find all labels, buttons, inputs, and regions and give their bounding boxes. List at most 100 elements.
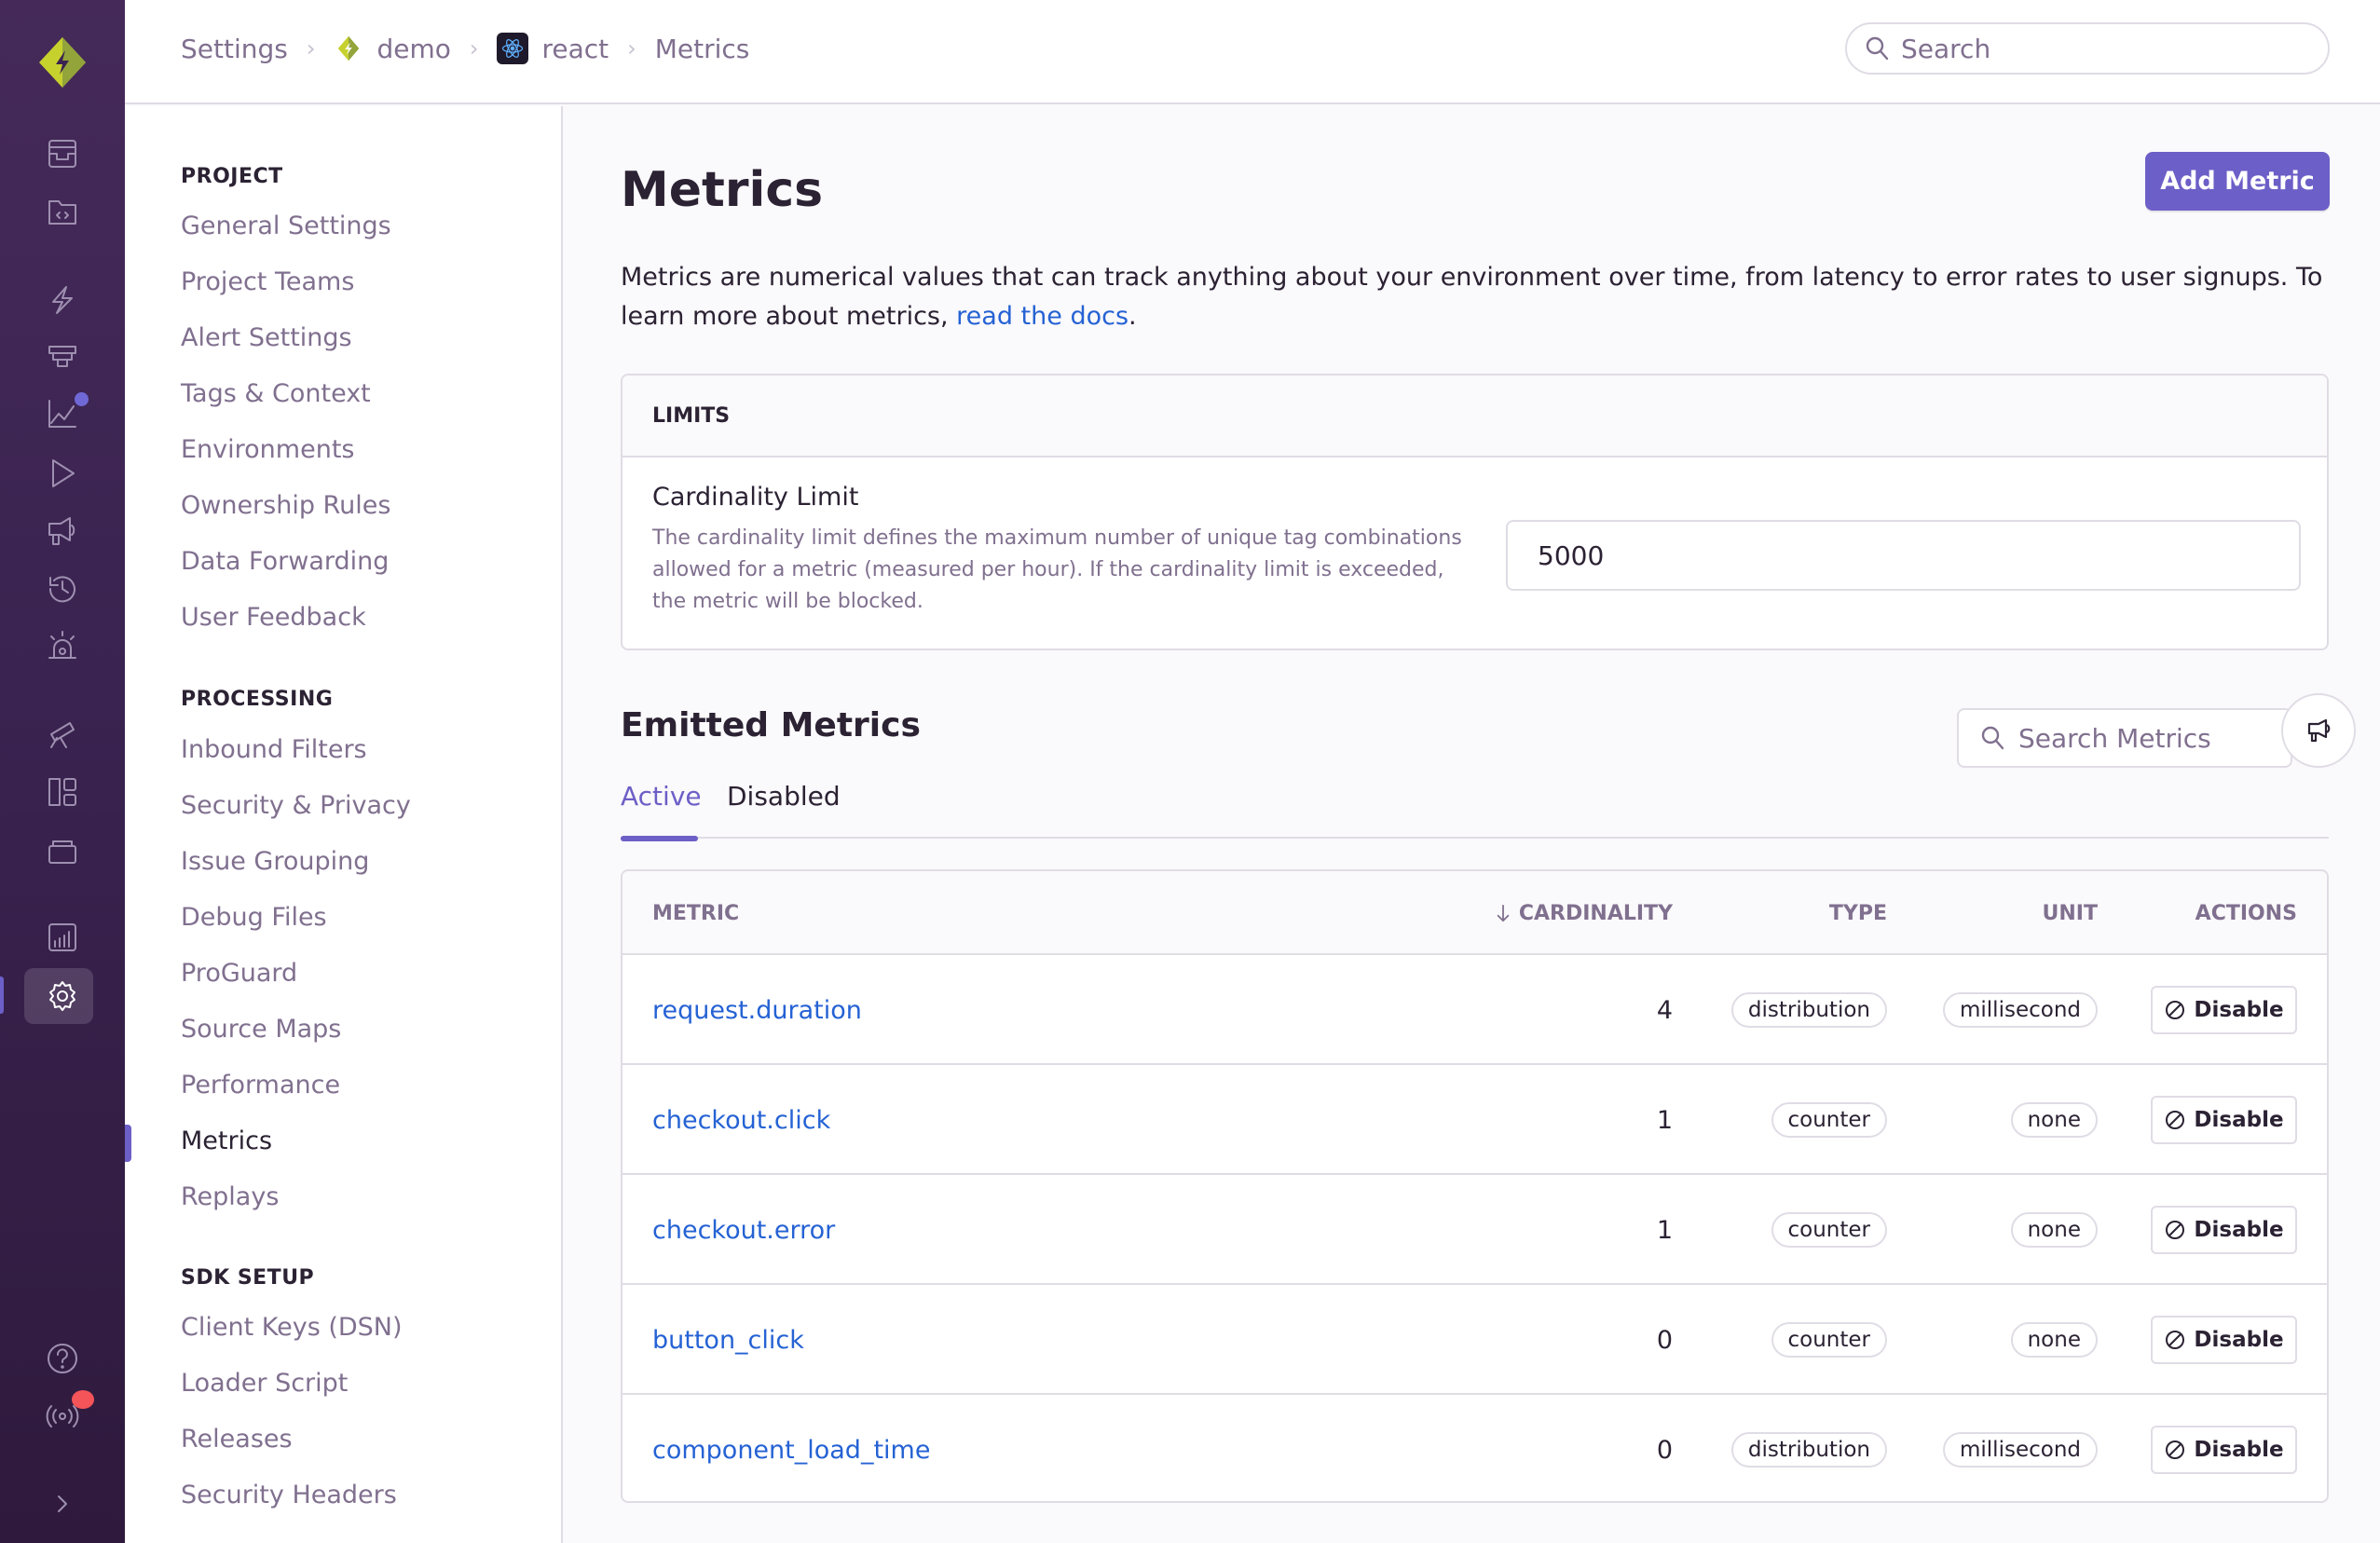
tab-active-label: Active [621,781,702,812]
disable-button[interactable]: Disable [2151,1426,2297,1474]
block-icon [2166,1111,2185,1129]
user-feedback-icon[interactable] [40,509,85,553]
nav-item-issue-grouping[interactable]: Issue Grouping [181,847,369,876]
nav-item-security-privacy[interactable]: Security & Privacy [181,791,411,820]
global-search[interactable]: Search [1845,22,2330,75]
collapse-sidebar-icon[interactable] [40,1482,85,1526]
breadcrumb-demo[interactable]: demo [376,34,450,64]
search-metrics-input[interactable]: Search Metrics [1957,708,2292,768]
main-content: Metrics Add Metric Metrics are numerical… [563,106,2380,1543]
settings-icon[interactable] [40,974,85,1018]
nav-item-performance[interactable]: Performance [181,1071,340,1099]
column-cardinality[interactable]: CARDINALITY [1495,871,1673,955]
nav-item-debug-files[interactable]: Debug Files [181,903,327,932]
nav-item-data-forwarding[interactable]: Data Forwarding [181,547,389,576]
nav-item-general-settings[interactable]: General Settings [181,212,391,240]
search-icon [1866,36,1889,61]
nav-item-source-maps[interactable]: Source Maps [181,1015,341,1044]
settings-nav: PROJECT General Settings Project Teams A… [125,106,563,1543]
metrics-table: METRIC CARDINALITY TYPE UNIT ACTIONS req… [621,869,2329,1503]
nav-item-releases[interactable]: Releases [181,1425,293,1454]
profiling-icon[interactable] [40,335,85,380]
add-metric-button[interactable]: Add Metric [2145,152,2330,211]
nav-item-project-teams[interactable]: Project Teams [181,267,354,296]
table-row: checkout.click 1 counter none Disable [622,1065,2327,1175]
cardinality-limit-input[interactable] [1506,520,2301,591]
breadcrumb: Settings › demo › react › Metrics [181,28,749,69]
description-end: . [1128,302,1137,331]
table-row: request.duration 4 distribution millisec… [622,955,2327,1065]
nav-active-indicator [125,1125,131,1162]
metric-name-link[interactable]: request.duration [652,996,862,1025]
nav-item-loader-script[interactable]: Loader Script [181,1369,348,1398]
column-unit[interactable]: UNIT [2043,871,2098,955]
disable-button[interactable]: Disable [2151,1096,2297,1144]
new-badge-dot [75,392,89,406]
tab-disabled[interactable]: Disabled [727,781,841,839]
sentry-project-icon [334,34,363,63]
feedback-button[interactable] [2281,693,2356,768]
read-the-docs-link[interactable]: read the docs [956,302,1128,331]
table-row: button_click 0 counter none Disable [622,1285,2327,1395]
nav-item-alert-settings[interactable]: Alert Settings [181,323,352,352]
disable-button[interactable]: Disable [2151,1206,2297,1254]
discover-icon[interactable] [40,712,85,757]
disable-label: Disable [2194,1218,2284,1242]
nav-item-metrics[interactable]: Metrics [181,1127,272,1155]
breadcrumb-settings[interactable]: Settings [181,34,288,64]
metric-name-link[interactable]: checkout.click [652,1106,830,1135]
replays-icon[interactable] [40,451,85,496]
nav-item-inbound-filters[interactable]: Inbound Filters [181,735,367,764]
tab-active[interactable]: Active [621,781,702,841]
performance-icon[interactable] [40,278,85,322]
page-description: Metrics are numerical values that can tr… [621,258,2335,336]
chevron-right-icon: › [627,35,636,61]
nav-item-proguard[interactable]: ProGuard [181,959,297,988]
cardinality-value: 4 [1656,995,1673,1025]
breadcrumb-metrics: Metrics [654,33,750,64]
column-metric[interactable]: METRIC [652,871,739,955]
metric-name-link[interactable]: checkout.error [652,1216,835,1245]
cardinality-value: 0 [1656,1435,1673,1465]
disable-label: Disable [2194,1108,2284,1132]
description-text: Metrics are numerical values that can tr… [621,263,2323,331]
nav-item-replays[interactable]: Replays [181,1182,279,1211]
crons-icon[interactable] [40,567,85,611]
top-header: Settings › demo › react › Metrics Search [125,0,2380,104]
disable-button[interactable]: Disable [2151,986,2297,1034]
megaphone-icon [2307,718,2331,743]
stats-icon[interactable] [40,915,85,960]
nav-item-security-headers[interactable]: Security Headers [181,1481,397,1509]
metric-name-link[interactable]: button_click [652,1326,804,1355]
sentry-logo-icon[interactable] [34,34,91,91]
help-icon[interactable] [40,1336,85,1381]
chevron-right-icon: › [469,35,479,61]
type-tag: counter [1771,1102,1887,1138]
search-placeholder: Search [1901,33,1991,64]
nav-item-client-keys[interactable]: Client Keys (DSN) [181,1313,403,1342]
type-tag: distribution [1730,1432,1887,1468]
alerts-icon[interactable] [40,624,85,669]
chevron-right-icon: › [306,35,316,61]
tab-disabled-label: Disabled [727,781,841,812]
type-tag: distribution [1730,992,1887,1028]
disable-button[interactable]: Disable [2151,1316,2297,1364]
column-type[interactable]: TYPE [1829,871,1887,955]
metric-name-link[interactable]: component_load_time [652,1436,930,1465]
table-row: component_load_time 0 distribution milli… [622,1395,2327,1501]
issues-icon[interactable] [40,131,85,176]
active-indicator [0,976,4,1014]
projects-icon[interactable] [40,190,85,235]
releases-icon[interactable] [40,827,85,872]
cardinality-limit-help: The cardinality limit defines the maximu… [652,526,1462,613]
nav-item-ownership-rules[interactable]: Ownership Rules [181,491,390,520]
column-actions: ACTIONS [2195,901,2297,925]
breadcrumb-react[interactable]: react [541,34,609,64]
disable-label: Disable [2194,1438,2284,1462]
dashboards-icon[interactable] [40,770,85,814]
nav-item-user-feedback[interactable]: User Feedback [181,603,366,632]
nav-item-environments[interactable]: Environments [181,435,354,464]
search-icon [1981,726,2004,750]
nav-item-tags-context[interactable]: Tags & Context [181,379,371,408]
disable-label: Disable [2194,998,2284,1022]
